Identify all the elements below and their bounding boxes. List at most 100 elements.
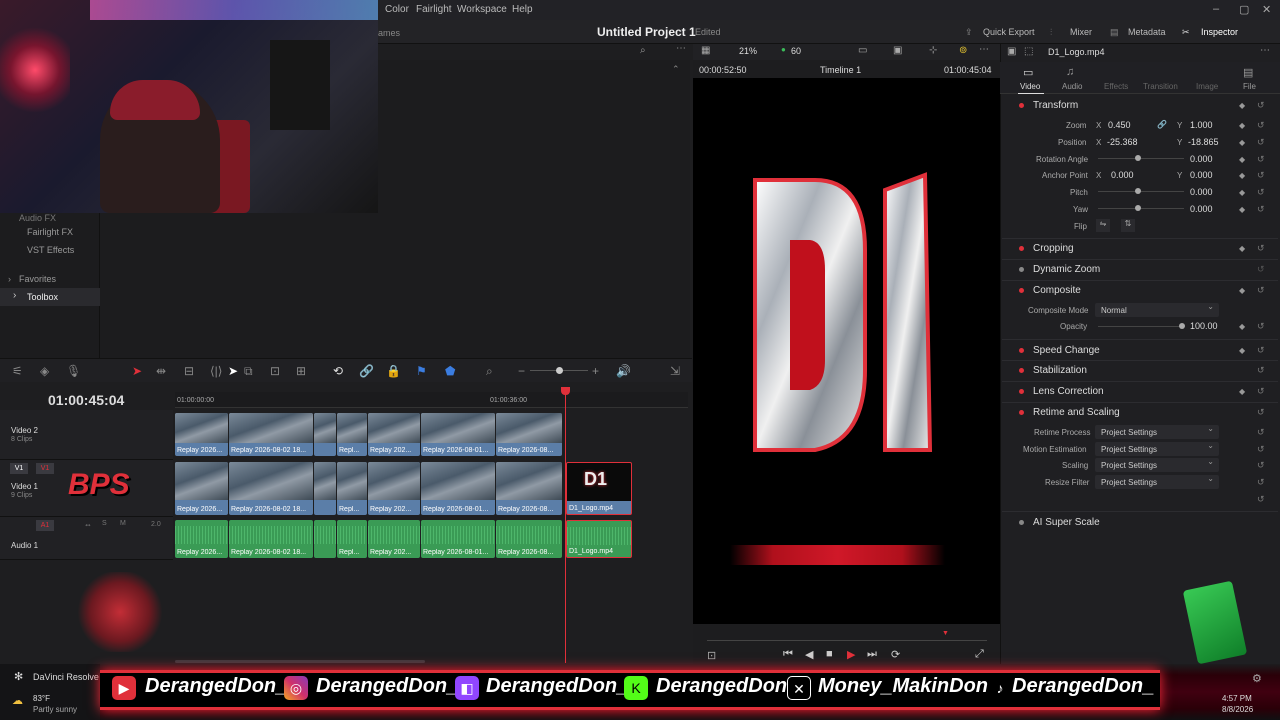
position-y-field[interactable]: -18.865 [1188, 137, 1219, 147]
reset-icon[interactable]: ↺ [1257, 444, 1265, 455]
motion-estimation-select[interactable]: Project Settings [1095, 441, 1219, 456]
keyframe-icon[interactable]: ◆ [1239, 171, 1245, 180]
replace-clip-icon[interactable]: ⊞ [296, 364, 306, 378]
flip-horizontal-icon[interactable]: ⇋ [1096, 219, 1110, 232]
anchor-x-field[interactable]: 0.000 [1111, 170, 1134, 180]
timeline-clip[interactable] [314, 413, 336, 456]
audio-clip[interactable]: Replay 2026-08-01... [421, 520, 495, 558]
keyframe-icon[interactable]: ◆ [1239, 205, 1245, 214]
dest-patch-a1[interactable]: A1 [36, 520, 54, 531]
reset-icon[interactable]: ↺ [1257, 460, 1265, 471]
select-tool-icon[interactable]: ➤ [132, 364, 142, 378]
scaling-select[interactable]: Project Settings [1095, 457, 1219, 472]
section-stabilization[interactable]: Stabilization [1033, 365, 1087, 376]
audio-clip-selected[interactable]: D1_Logo.mp4 [566, 520, 632, 558]
section-enabled-icon[interactable] [1019, 389, 1024, 394]
volume-icon[interactable]: 🔊 [616, 364, 631, 378]
audio-clip[interactable]: Replay 2026-08-02 18... [229, 520, 313, 558]
keyframe-icon[interactable]: ◆ [1239, 138, 1245, 147]
viewer-overlay-icon[interactable]: ▭ [858, 45, 867, 56]
zoom-out-icon[interactable]: − [518, 364, 525, 378]
tab-audio[interactable]: Audio [1062, 82, 1082, 91]
anchor-y-field[interactable]: 0.000 [1190, 170, 1213, 180]
timeline-clip[interactable]: Replay 2026... [175, 413, 228, 456]
source-patch-v1[interactable]: V1 [10, 463, 28, 474]
tab-image[interactable]: Image [1196, 82, 1218, 91]
skip-start-icon[interactable]: ⏮ [783, 648, 793, 661]
trim-tool-icon[interactable]: ⇹ [156, 364, 166, 378]
menu-help[interactable]: Help [512, 4, 533, 15]
section-lens-correction[interactable]: Lens Correction [1033, 386, 1104, 397]
composite-mode-select[interactable]: Normal [1095, 302, 1219, 317]
mute-button[interactable]: M [120, 520, 126, 527]
keyframe-icon[interactable]: ◆ [1239, 121, 1245, 130]
reset-icon[interactable]: ↺ [1257, 154, 1265, 165]
timeline-clip-selected[interactable]: D1 D1_Logo.mp4 [566, 462, 632, 515]
flag-icon[interactable]: ◈ [40, 364, 49, 378]
collapse-icon[interactable]: ⌃ [672, 64, 680, 75]
rotation-field[interactable]: 0.000 [1190, 154, 1213, 164]
reset-icon[interactable]: ↺ [1257, 321, 1265, 332]
metadata-button[interactable]: Metadata [1128, 27, 1166, 37]
timeline-clip[interactable]: Replay 2026-08-02 18... [229, 462, 313, 515]
effects-category-audio-fx[interactable]: Audio FX [19, 213, 56, 223]
keyframe-icon[interactable]: ◆ [1239, 286, 1245, 295]
tab-video[interactable]: Video [1020, 82, 1040, 91]
position-x-field[interactable]: -25.368 [1107, 137, 1138, 147]
fullscreen-viewer-icon[interactable]: ⤢ [975, 648, 984, 661]
opacity-field[interactable]: 100.00 [1190, 321, 1218, 331]
viewer-layout-icon[interactable]: ▦ [701, 45, 710, 56]
zoom-y-field[interactable]: 1.000 [1190, 120, 1213, 130]
reset-icon[interactable]: ↺ [1257, 365, 1265, 376]
reset-icon[interactable]: ↺ [1257, 386, 1265, 397]
dest-patch-v1[interactable]: V1 [36, 463, 54, 474]
section-retime-scaling[interactable]: Retime and Scaling [1033, 407, 1120, 418]
link-icon[interactable]: 🔗 [359, 364, 374, 378]
yaw-slider-handle[interactable] [1135, 205, 1141, 211]
reset-icon[interactable]: ↺ [1257, 477, 1265, 488]
timeline-clip[interactable]: Repl... [337, 413, 367, 456]
timeline-clip[interactable]: Replay 202... [368, 413, 420, 456]
audio-link-icon[interactable]: ⇔ [84, 520, 92, 529]
keyframe-icon[interactable]: ◆ [1239, 101, 1245, 110]
timeline-clip[interactable]: Repl... [337, 462, 367, 515]
section-composite[interactable]: Composite [1033, 285, 1081, 296]
insert-clip-icon[interactable]: ⧉ [244, 364, 253, 379]
menu-color[interactable]: Color [385, 4, 409, 15]
favorites-chevron-icon[interactable]: › [8, 274, 11, 284]
effects-category-fairlight-fx[interactable]: Fairlight FX [27, 227, 73, 237]
reset-icon[interactable]: ↺ [1257, 243, 1265, 254]
timeline-clip[interactable]: Replay 2026-08... [496, 462, 562, 515]
zoom-in-icon[interactable]: + [592, 364, 599, 378]
section-enabled-icon[interactable] [1019, 348, 1024, 353]
mic-icon[interactable]: 🎙 [66, 364, 81, 378]
rotation-slider-handle[interactable] [1135, 155, 1141, 161]
reset-icon[interactable]: ↺ [1257, 345, 1265, 356]
zoom-slider-handle[interactable] [556, 367, 563, 374]
reset-icon[interactable]: ↺ [1257, 264, 1265, 275]
toolbox-item[interactable]: › Toolbox [0, 288, 100, 306]
timeline-clip[interactable]: Replay 2026-08-02 18... [229, 413, 313, 456]
track-header-audio1[interactable]: A1 ⇔ S M 2.0 Audio 1 [0, 517, 173, 560]
skip-end-icon[interactable]: ⏭ [867, 648, 877, 661]
crop-icon[interactable]: ⊡ [707, 649, 716, 662]
quick-export-button[interactable]: Quick Export [983, 27, 1035, 37]
reset-icon[interactable]: ↺ [1257, 204, 1265, 215]
loop-icon[interactable]: ⟳ [891, 648, 900, 661]
reset-icon[interactable]: ↺ [1257, 427, 1265, 438]
inspector-button[interactable]: Inspector [1201, 27, 1238, 37]
close-icon[interactable]: ✕ [1262, 3, 1271, 16]
tab-effects[interactable]: Effects [1104, 82, 1128, 91]
timeline-clip[interactable]: Replay 2026-08-01... [421, 413, 495, 456]
pitch-slider-handle[interactable] [1135, 188, 1141, 194]
scrubber-track[interactable] [707, 640, 987, 641]
keyframe-icon[interactable]: ◆ [1239, 387, 1245, 396]
section-enabled-icon[interactable] [1019, 410, 1024, 415]
viewer-more-icon[interactable]: ⋯ [979, 44, 989, 55]
keyframe-icon[interactable]: ◆ [1239, 322, 1245, 331]
reset-icon[interactable]: ↺ [1257, 120, 1265, 131]
menu-workspace[interactable]: Workspace [457, 4, 507, 15]
scrubber-handle[interactable]: ▼ [942, 630, 949, 637]
yaw-field[interactable]: 0.000 [1190, 204, 1213, 214]
tab-file[interactable]: File [1243, 82, 1256, 91]
